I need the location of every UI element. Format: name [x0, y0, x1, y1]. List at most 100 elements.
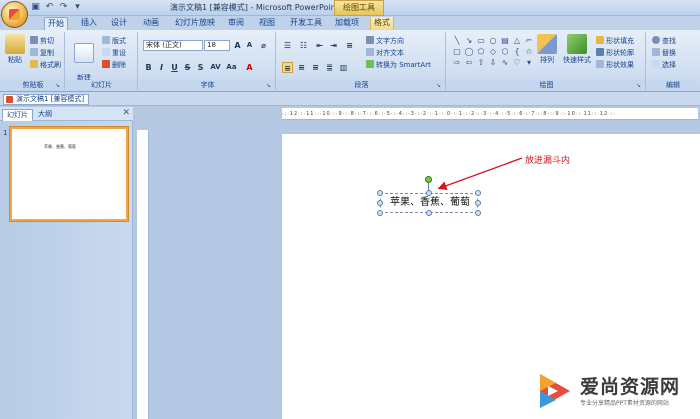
document-tab[interactable]: 演示文稿1 [兼容模式]	[3, 94, 90, 105]
pen-outline-icon	[596, 48, 604, 56]
group-drawing: ╲ ↘ ▭ ○ ▤ △ ⌐ ▢ ◯ ⬠ ◇ ⬡ { ☆ ⇨ ⇦ ⇧ ⇩ ∿ ♡ …	[448, 32, 646, 90]
left-arrow-shape-icon[interactable]: ⇦	[464, 58, 474, 67]
save-icon[interactable]: ▣	[30, 2, 41, 13]
decrease-indent-icon[interactable]: ⇤	[314, 40, 325, 51]
underline-icon[interactable]: U	[169, 62, 180, 73]
tab-view[interactable]: 视图	[256, 17, 278, 30]
clear-format-icon[interactable]: ⌀	[258, 40, 269, 51]
panel-tabs: 幻灯片 大纲 ✕	[0, 107, 133, 121]
slide-thumbnail[interactable]: 苹果、香蕉、葡萄	[10, 127, 128, 221]
tab-home[interactable]: 开始	[44, 17, 68, 30]
increase-indent-icon[interactable]: ⇥	[328, 40, 339, 51]
tab-addins[interactable]: 加载项	[332, 17, 362, 30]
line-spacing-icon[interactable]: ≡	[344, 40, 355, 51]
strikethrough-icon[interactable]: S	[182, 62, 193, 73]
arrow-shape-icon[interactable]: ↘	[464, 36, 474, 45]
slide-number: 1	[3, 129, 8, 137]
shadow-icon[interactable]: S	[195, 62, 206, 73]
more-shapes-icon[interactable]: ▾	[524, 58, 534, 67]
oval-shape-icon[interactable]: ○	[488, 36, 498, 45]
triangle-shape-icon[interactable]: △	[512, 36, 522, 45]
align-center-icon[interactable]: ≡	[296, 62, 307, 73]
reset-button[interactable]: 重设	[102, 48, 126, 58]
grow-font-icon[interactable]: A	[232, 40, 243, 51]
drawing-launcher-icon[interactable]: ↘	[636, 82, 643, 89]
shrink-font-icon[interactable]: A	[244, 40, 255, 51]
shape-outline-button[interactable]: 形状轮廓	[596, 48, 634, 58]
horizontal-ruler: ·:·12·:·11·:·10·:·9·:·8·:·7·:·6·:·5·:·4·…	[282, 108, 698, 120]
close-icon[interactable]: ✕	[122, 108, 130, 119]
down-arrow-shape-icon[interactable]: ⇩	[488, 58, 498, 67]
tab-slideshow[interactable]: 幻灯片放映	[172, 17, 218, 30]
office-button[interactable]	[1, 1, 28, 28]
replace-button[interactable]: 替换	[652, 48, 676, 58]
undo-icon[interactable]: ↶	[44, 2, 55, 13]
tab-developer[interactable]: 开发工具	[287, 17, 325, 30]
resize-handle-r[interactable]	[475, 200, 481, 206]
line-shape-icon[interactable]: ╲	[452, 36, 462, 45]
paragraph-launcher-icon[interactable]: ↘	[436, 82, 443, 89]
arrange-button[interactable]: 排列	[536, 34, 558, 65]
bold-icon[interactable]: B	[143, 62, 154, 73]
resize-handle-l[interactable]	[377, 200, 383, 206]
copy-button[interactable]: 复制	[30, 48, 54, 58]
resize-handle-b[interactable]	[426, 210, 432, 216]
shape-effects-button[interactable]: 形状效果	[596, 60, 634, 70]
numbering-icon[interactable]: ☷	[298, 40, 309, 51]
font-color-icon[interactable]: A	[244, 62, 255, 73]
char-spacing-icon[interactable]: AV	[210, 62, 221, 73]
cut-button[interactable]: 剪切	[30, 36, 54, 46]
italic-icon[interactable]: I	[156, 62, 167, 73]
heart-shape-icon[interactable]: ♡	[512, 58, 522, 67]
resize-handle-br[interactable]	[475, 210, 481, 216]
tab-format[interactable]: 格式	[370, 17, 394, 30]
circle-shape-icon[interactable]: ◯	[464, 47, 474, 56]
delete-slide-button[interactable]: 删除	[102, 60, 126, 70]
select-button[interactable]: 选择	[652, 60, 676, 70]
justify-icon[interactable]: ≣	[324, 62, 335, 73]
brace-shape-icon[interactable]: ⌐	[524, 36, 534, 45]
font-name-box[interactable]: 宋体 (正文)	[143, 40, 203, 51]
replace-icon	[652, 48, 660, 56]
bullets-icon[interactable]: ☰	[282, 40, 293, 51]
shape-fill-button[interactable]: 形状填充	[596, 36, 634, 46]
paste-button[interactable]: 粘贴	[4, 34, 26, 65]
textbox-shape-icon[interactable]: ▤	[500, 36, 510, 45]
change-case-icon[interactable]: Aa	[226, 62, 237, 73]
tab-design[interactable]: 设计	[108, 17, 130, 30]
tab-animations[interactable]: 动画	[140, 17, 162, 30]
font-size-box[interactable]: 18	[204, 40, 230, 51]
rounded-rect-icon[interactable]: ▢	[452, 47, 462, 56]
tab-slides-panel[interactable]: 幻灯片	[2, 109, 33, 121]
quick-styles-button[interactable]: 快速样式	[560, 34, 594, 65]
star-shape-icon[interactable]: ☆	[524, 47, 534, 56]
up-arrow-shape-icon[interactable]: ⇧	[476, 58, 486, 67]
align-right-icon[interactable]: ≡	[310, 62, 321, 73]
align-left-icon[interactable]: ≡	[282, 62, 293, 73]
smartart-button[interactable]: 转换为 SmartArt	[366, 60, 431, 70]
redo-icon[interactable]: ↷	[58, 2, 69, 13]
format-painter-button[interactable]: 格式刷	[30, 60, 61, 70]
tab-outline-panel[interactable]: 大纲	[34, 109, 56, 121]
tab-insert[interactable]: 插入	[78, 17, 100, 30]
curve-shape-icon[interactable]: ∿	[500, 58, 510, 67]
resize-handle-tl[interactable]	[377, 190, 383, 196]
tab-review[interactable]: 审阅	[225, 17, 247, 30]
find-button[interactable]: 查找	[652, 36, 676, 46]
diamond-shape-icon[interactable]: ◇	[488, 47, 498, 56]
align-text-button[interactable]: 对齐文本	[366, 48, 404, 58]
pentagon-shape-icon[interactable]: ⬠	[476, 47, 486, 56]
hexagon-shape-icon[interactable]: ⬡	[500, 47, 510, 56]
annotation-text: 放进漏斗内	[525, 156, 571, 166]
bracket-shape-icon[interactable]: {	[512, 47, 522, 56]
font-launcher-icon[interactable]: ↘	[266, 82, 273, 89]
layout-button[interactable]: 版式	[102, 36, 126, 46]
resize-handle-bl[interactable]	[377, 210, 383, 216]
columns-icon[interactable]: ▥	[338, 62, 349, 73]
shapes-gallery[interactable]: ╲ ↘ ▭ ○ ▤ △ ⌐ ▢ ◯ ⬠ ◇ ⬡ { ☆ ⇨ ⇦ ⇧ ⇩ ∿ ♡ …	[452, 36, 532, 67]
clipboard-launcher-icon[interactable]: ↘	[55, 82, 62, 89]
rect-shape-icon[interactable]: ▭	[476, 36, 486, 45]
right-arrow-shape-icon[interactable]: ⇨	[452, 58, 462, 67]
text-direction-button[interactable]: 文字方向	[366, 36, 404, 46]
customize-qat-icon[interactable]: ▾	[72, 2, 83, 13]
